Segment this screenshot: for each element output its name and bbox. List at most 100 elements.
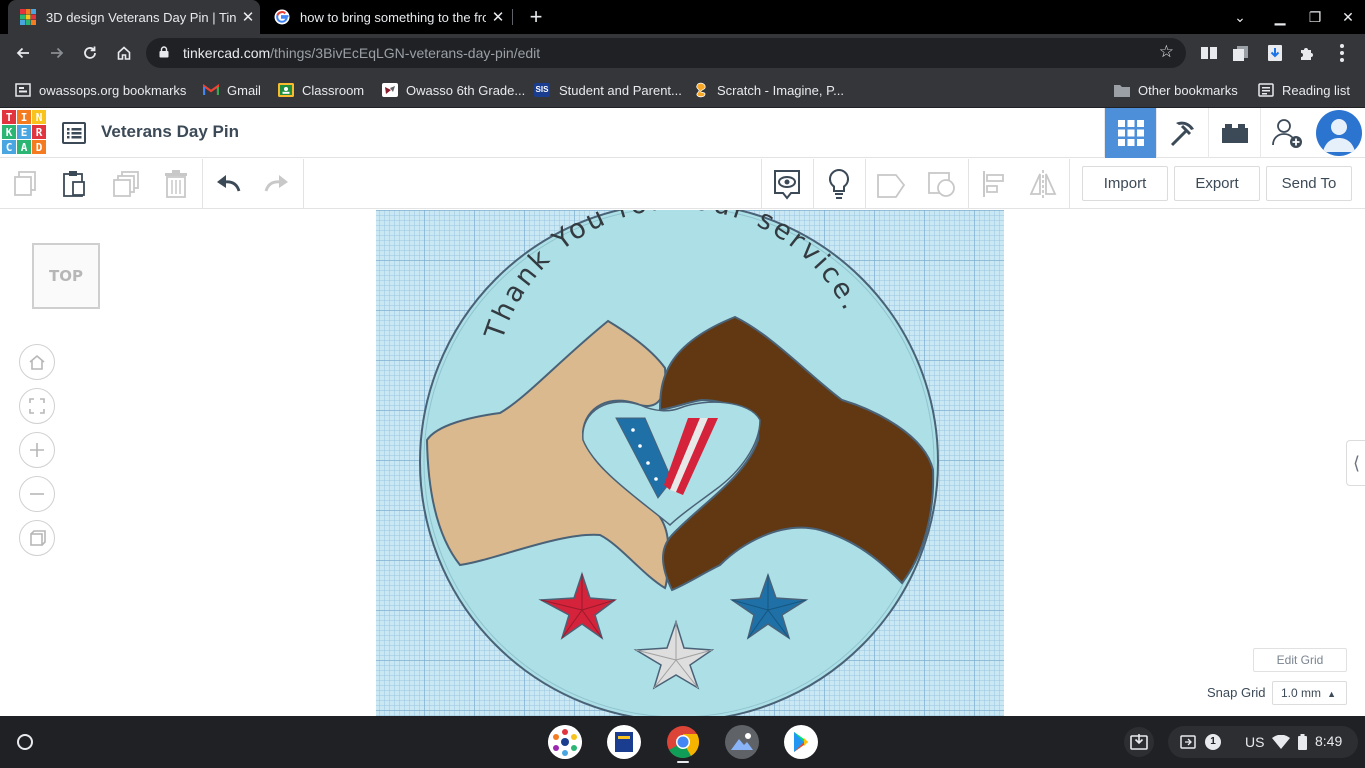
address-bar[interactable]: tinkercad.com/things/3BivEcEqLGN-veteran… bbox=[146, 38, 1186, 68]
app-photo-editor[interactable] bbox=[725, 725, 759, 759]
snap-grid-select[interactable]: 1.0 mm ▲ bbox=[1272, 681, 1347, 705]
tinkercad-favicon-icon bbox=[20, 9, 36, 25]
trash-icon bbox=[165, 170, 187, 198]
bookmark-star-icon[interactable]: ☆ bbox=[1159, 42, 1174, 62]
reading-list[interactable]: Reading list bbox=[1258, 72, 1350, 108]
new-tab-button[interactable]: + bbox=[522, 3, 550, 31]
bookmark-label: Owasso 6th Grade... bbox=[406, 82, 526, 98]
browser-toolbar: tinkercad.com/things/3BivEcEqLGN-veteran… bbox=[0, 34, 1365, 72]
blocks-view-button[interactable] bbox=[1156, 108, 1208, 158]
reload-icon[interactable] bbox=[76, 39, 104, 67]
tinkercad-header: T I N K E R C A D Veterans Day Pin bbox=[0, 108, 1365, 158]
bookmark-gmail[interactable]: Gmail bbox=[203, 72, 261, 108]
close-icon[interactable]: ✕ bbox=[486, 8, 510, 26]
3d-design-view-button[interactable] bbox=[1104, 108, 1156, 158]
bookmark-student-parent[interactable]: SIS Student and Parent... bbox=[533, 72, 682, 108]
bookmark-owassops[interactable]: owassops.org bookmarks bbox=[15, 72, 186, 108]
panel-collapse-button[interactable]: ⟨ bbox=[1346, 440, 1365, 486]
bricks-view-button[interactable] bbox=[1208, 108, 1260, 158]
copy-button[interactable] bbox=[7, 166, 43, 202]
app-chrome[interactable] bbox=[666, 725, 700, 759]
toolbar-divider bbox=[813, 159, 814, 209]
tab-google-search[interactable]: how to bring something to the front ✕ bbox=[262, 0, 510, 34]
hint-button[interactable] bbox=[821, 166, 857, 202]
tab-search-icon[interactable]: ⌄ bbox=[1223, 0, 1257, 34]
pickaxe-icon bbox=[1170, 121, 1194, 147]
url-text: tinkercad.com/things/3BivEcEqLGN-veteran… bbox=[183, 45, 540, 61]
tinkercad-logo[interactable]: T I N K E R C A D bbox=[2, 110, 48, 156]
duplicate-icon bbox=[113, 171, 139, 197]
app-teaching-circle[interactable] bbox=[548, 725, 582, 759]
menu-dots-icon[interactable] bbox=[1330, 41, 1354, 65]
restore-icon[interactable]: ❐ bbox=[1298, 0, 1332, 34]
solid-button[interactable] bbox=[873, 166, 909, 202]
close-icon[interactable]: ✕ bbox=[236, 8, 260, 26]
edit-grid-button[interactable]: Edit Grid bbox=[1253, 648, 1347, 672]
back-arrow-icon[interactable] bbox=[9, 39, 37, 67]
notes-button[interactable] bbox=[769, 166, 805, 202]
status-tray[interactable]: 1 US 8:49 bbox=[1168, 726, 1358, 758]
paste-button[interactable] bbox=[56, 166, 92, 202]
invite-user-button[interactable] bbox=[1260, 108, 1312, 158]
tab-tinkercad[interactable]: 3D design Veterans Day Pin | Tinkercad ✕ bbox=[8, 0, 260, 34]
redo-icon bbox=[264, 175, 288, 192]
align-icon bbox=[983, 171, 1004, 197]
mirror-button[interactable] bbox=[1025, 166, 1061, 202]
view-cube-label: TOP bbox=[49, 267, 83, 285]
logo-letter: I bbox=[17, 110, 31, 124]
minimize-icon[interactable]: ▁ bbox=[1263, 0, 1297, 34]
keyboard-layout: US bbox=[1245, 734, 1265, 750]
hole-button[interactable] bbox=[924, 166, 960, 202]
app-book-reader[interactable] bbox=[607, 725, 641, 759]
url-host: tinkercad.com bbox=[183, 45, 271, 61]
wifi-icon bbox=[1272, 735, 1290, 749]
redo-button[interactable] bbox=[259, 166, 295, 202]
home-icon[interactable] bbox=[110, 39, 138, 67]
fit-view-button[interactable] bbox=[19, 388, 55, 424]
extension-copy-icon[interactable] bbox=[1229, 41, 1253, 65]
bookmark-owasso-6th[interactable]: Owasso 6th Grade... bbox=[382, 72, 525, 108]
toolbar-divider bbox=[202, 159, 203, 209]
tote-button[interactable] bbox=[1124, 727, 1154, 757]
reading-list-icon bbox=[1258, 82, 1274, 98]
duplicate-button[interactable] bbox=[108, 166, 144, 202]
extensions-puzzle-icon[interactable] bbox=[1296, 41, 1320, 65]
align-button[interactable] bbox=[976, 166, 1012, 202]
logo-letter: T bbox=[2, 110, 16, 124]
forward-arrow-icon[interactable] bbox=[43, 39, 71, 67]
user-avatar[interactable] bbox=[1316, 110, 1362, 156]
book-icon bbox=[615, 732, 633, 752]
chrome-icon bbox=[667, 726, 700, 759]
app-play-store[interactable] bbox=[784, 725, 818, 759]
toolbar-divider bbox=[1069, 159, 1070, 209]
send-to-button[interactable]: Send To bbox=[1266, 166, 1352, 201]
plus-icon bbox=[30, 443, 44, 457]
bookmark-scratch[interactable]: Scratch - Imagine, P... bbox=[693, 72, 844, 108]
import-button[interactable]: Import bbox=[1082, 166, 1168, 201]
design-list-icon[interactable] bbox=[62, 121, 86, 145]
delete-button[interactable] bbox=[158, 166, 194, 202]
caret-up-icon: ▲ bbox=[1327, 689, 1336, 699]
note-eye-icon bbox=[774, 170, 800, 200]
cube-icon bbox=[30, 530, 46, 546]
bookmark-classroom[interactable]: Classroom bbox=[278, 72, 364, 108]
orthographic-view-button[interactable] bbox=[19, 520, 55, 556]
export-button[interactable]: Export bbox=[1174, 166, 1260, 201]
veterans-day-pin-model[interactable]: Thank You for Your service. bbox=[0, 210, 1365, 716]
home-view-button[interactable] bbox=[19, 344, 55, 380]
reading-mode-icon[interactable] bbox=[1197, 41, 1221, 65]
launcher-icon[interactable] bbox=[17, 734, 33, 750]
zoom-out-button[interactable] bbox=[19, 476, 55, 512]
reading-list-label: Reading list bbox=[1282, 82, 1350, 98]
workplane-viewport[interactable]: Thank You for Your service. bbox=[0, 210, 1365, 716]
zoom-in-button[interactable] bbox=[19, 432, 55, 468]
mirror-icon bbox=[1029, 170, 1057, 198]
close-window-icon[interactable]: ✕ bbox=[1331, 0, 1365, 34]
view-cube[interactable]: TOP bbox=[32, 243, 100, 309]
chevron-left-icon: ⟨ bbox=[1352, 452, 1361, 473]
other-bookmarks[interactable]: Other bookmarks bbox=[1114, 72, 1238, 108]
hole-shape-icon bbox=[928, 172, 955, 197]
design-title[interactable]: Veterans Day Pin bbox=[101, 122, 239, 142]
undo-button[interactable] bbox=[210, 166, 246, 202]
extension-save-icon[interactable] bbox=[1263, 41, 1287, 65]
